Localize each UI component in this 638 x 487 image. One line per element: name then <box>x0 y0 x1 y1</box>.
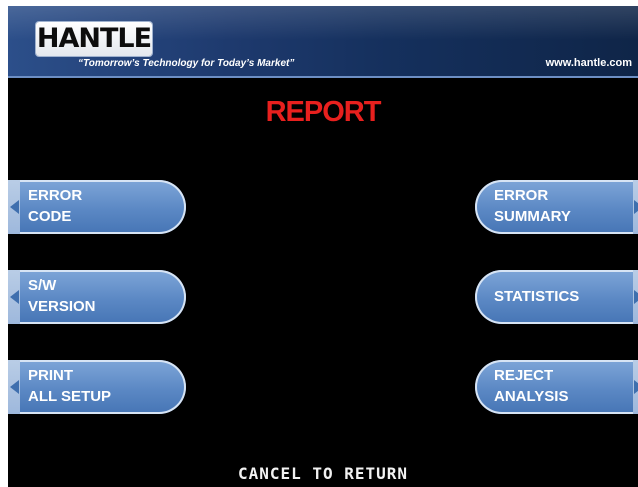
tagline: “Tomorrow’s Technology for Today’s Marke… <box>78 58 295 69</box>
reject-analysis-button[interactable]: REJECT ANALYSIS <box>475 360 638 414</box>
website-url: www.hantle.com <box>545 57 632 69</box>
error-summary-button[interactable]: ERROR SUMMARY <box>475 180 638 234</box>
cancel-to-return-text: CANCEL TO RETURN <box>237 464 409 483</box>
sw-version-label-line2: VERSION <box>28 298 96 315</box>
print-all-setup-button[interactable]: PRINT ALL SETUP <box>8 360 186 414</box>
reject-analysis-label-line2: ANALYSIS <box>494 388 569 405</box>
arrow-left-icon <box>10 290 19 304</box>
error-code-button[interactable]: ERROR CODE <box>8 180 186 234</box>
statistics-label: STATISTICS <box>494 288 580 305</box>
error-code-label-line1: ERROR <box>28 187 83 204</box>
arrow-left-icon <box>10 380 19 394</box>
logo-text: HANTLE <box>36 23 152 54</box>
print-all-setup-label-line2: ALL SETUP <box>28 388 112 405</box>
print-all-setup-label-line1: PRINT <box>28 367 73 384</box>
hantle-logo: HANTLE <box>36 22 152 56</box>
sw-version-label-line1: S/W <box>28 277 57 294</box>
error-code-label-line2: CODE <box>28 208 72 225</box>
error-summary-label-line1: ERROR <box>494 187 549 204</box>
reject-analysis-label-line1: REJECT <box>494 367 554 384</box>
sw-version-button[interactable]: S/W VERSION <box>8 270 186 324</box>
page-title: REPORT <box>265 96 382 128</box>
error-summary-label-line2: SUMMARY <box>494 208 571 225</box>
statistics-button[interactable]: STATISTICS <box>475 270 638 324</box>
header-banner: HANTLE “Tomorrow’s Technology for Today’… <box>8 6 638 78</box>
arrow-left-icon <box>10 200 19 214</box>
atm-screen: HANTLE “Tomorrow’s Technology for Today’… <box>8 6 638 487</box>
